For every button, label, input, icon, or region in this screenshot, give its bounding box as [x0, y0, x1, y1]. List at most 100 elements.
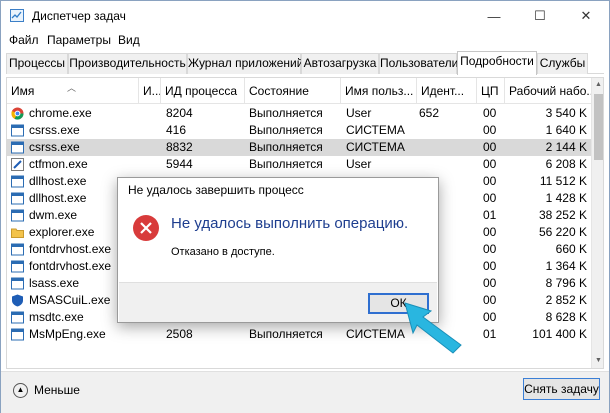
process-cpu: 00: [483, 140, 497, 154]
process-user: User: [346, 157, 372, 171]
tab-processes[interactable]: Процессы: [6, 53, 68, 74]
process-state: Выполняется: [249, 327, 323, 341]
process-cpu: 00: [483, 276, 497, 290]
col-pid[interactable]: ИД процесса: [161, 78, 245, 104]
process-session: [419, 139, 469, 156]
col-state[interactable]: Состояние: [245, 78, 341, 104]
shield-icon: [11, 294, 24, 307]
process-user: СИСТЕМА: [346, 123, 405, 137]
process-cpu: 00: [483, 191, 497, 205]
process-memory: 1 364 K: [545, 259, 587, 273]
less-label: Меньше: [34, 383, 80, 397]
minimize-button[interactable]: —: [471, 1, 517, 31]
table-row[interactable]: csrss.exe 8832 Выполняется СИСТЕМА 00 2 144 K: [7, 139, 591, 156]
process-memory: 660 K: [555, 242, 587, 256]
error-icon: [133, 215, 159, 241]
process-name: csrss.exe: [29, 140, 80, 154]
app-icon: [11, 175, 24, 188]
tab-app-history[interactable]: Журнал приложений: [187, 53, 303, 74]
table-row[interactable]: chrome.exe 8204 Выполняется User 652 00 3 540 …: [7, 105, 591, 122]
process-state: Выполняется: [249, 106, 323, 120]
col-session[interactable]: Идент...: [417, 78, 477, 104]
close-button[interactable]: ✕: [563, 1, 609, 31]
end-task-button[interactable]: Снять задачу: [523, 378, 600, 400]
table-row[interactable]: ctfmon.exe 5944 Выполняется User 00 6 208 K: [7, 156, 591, 173]
app-icon: [11, 328, 24, 341]
process-state: Выполняется: [249, 157, 323, 171]
process-id: 8204: [166, 106, 193, 120]
process-session: [419, 156, 469, 173]
process-state: Выполняется: [249, 123, 323, 137]
process-cpu: 00: [483, 174, 497, 188]
tab-details[interactable]: Подробности: [457, 51, 537, 75]
process-memory: 38 252 K: [538, 208, 587, 222]
process-user: СИСТЕМА: [346, 140, 405, 154]
scroll-down-icon[interactable]: ▼: [592, 354, 603, 368]
tab-services[interactable]: Службы: [537, 53, 588, 74]
process-memory: 11 512 K: [539, 174, 587, 188]
process-name: chrome.exe: [29, 106, 92, 120]
tab-users[interactable]: Пользователи: [379, 53, 458, 74]
chrome-icon: [11, 107, 24, 120]
process-id: 8832: [166, 140, 193, 154]
process-memory: 1 640 K: [545, 123, 587, 137]
process-memory: 6 208 K: [545, 157, 587, 171]
scroll-thumb[interactable]: [594, 94, 603, 160]
title-bar[interactable]: Диспетчер задач — ☐ ✕: [1, 1, 609, 31]
process-cpu: 00: [483, 242, 497, 256]
pen-icon: [11, 158, 24, 171]
process-memory: 8 628 K: [545, 310, 587, 324]
vertical-scrollbar[interactable]: ▲ ▼: [591, 78, 603, 368]
process-session: [419, 122, 469, 139]
process-memory: 56 220 K: [538, 225, 587, 239]
process-cpu: 00: [483, 310, 497, 324]
tab-performance[interactable]: Производительность: [68, 53, 187, 74]
col-cpu[interactable]: ЦП: [477, 78, 505, 104]
menu-view[interactable]: Вид: [118, 33, 140, 47]
app-icon: [11, 243, 24, 256]
process-cpu: 00: [483, 225, 497, 239]
process-memory: 2 852 K: [545, 293, 587, 307]
process-cpu: 00: [483, 293, 497, 307]
app-icon: [11, 277, 24, 290]
pointer-arrow-icon: [404, 302, 462, 354]
dialog-footer: ОК: [119, 282, 437, 322]
folder-icon: [11, 226, 24, 239]
col-memory[interactable]: Рабочий набо...: [505, 78, 591, 104]
window-title: Диспетчер задач: [32, 9, 126, 23]
table-row[interactable]: MsMpEng.exe 2508 Выполняется СИСТЕМА 01 101 4…: [7, 326, 591, 343]
table-row[interactable]: csrss.exe 416 Выполняется СИСТЕМА 00 1 640 K: [7, 122, 591, 139]
process-memory: 2 144 K: [545, 140, 587, 154]
process-memory: 3 540 K: [545, 106, 587, 120]
dialog-message: Не удалось выполнить операцию.: [171, 215, 409, 232]
menu-file[interactable]: Файл: [9, 33, 39, 47]
app-icon: [11, 209, 24, 222]
app-icon: [11, 141, 24, 154]
scroll-up-icon[interactable]: ▲: [592, 78, 603, 92]
sort-up-icon: ︿: [67, 83, 77, 93]
process-cpu: 00: [483, 106, 497, 120]
process-state: Выполняется: [249, 140, 323, 154]
process-id: 2508: [166, 327, 193, 341]
tab-startup[interactable]: Автозагрузка: [301, 53, 379, 74]
process-name: ctfmon.exe: [29, 157, 88, 171]
col-name[interactable]: ︿ Имя: [7, 78, 139, 104]
tab-strip: Процессы Производительность Журнал прило…: [6, 51, 604, 75]
process-memory: 101 400 K: [532, 327, 587, 341]
menu-options[interactable]: Параметры: [47, 33, 111, 47]
app-icon: [11, 311, 24, 324]
process-cpu: 00: [483, 259, 497, 273]
process-name: MsMpEng.exe: [29, 327, 106, 341]
process-id: 5944: [166, 157, 193, 171]
less-details-button[interactable]: ▲ Меньше: [13, 380, 80, 400]
col-i[interactable]: И...: [139, 78, 161, 104]
process-id: 416: [166, 123, 187, 137]
maximize-button[interactable]: ☐: [517, 1, 563, 31]
bottom-bar: ▲ Меньше Снять задачу: [1, 371, 609, 413]
task-manager-window: Диспетчер задач — ☐ ✕ Файл Параметры Вид…: [0, 0, 610, 413]
process-cpu: 00: [483, 157, 497, 171]
col-user[interactable]: Имя польз...: [341, 78, 417, 104]
process-cpu: 01: [483, 208, 497, 222]
menu-bar: Файл Параметры Вид: [1, 31, 609, 51]
table-header: ︿ Имя И... ИД процесса Состояние Имя пол…: [7, 78, 591, 104]
